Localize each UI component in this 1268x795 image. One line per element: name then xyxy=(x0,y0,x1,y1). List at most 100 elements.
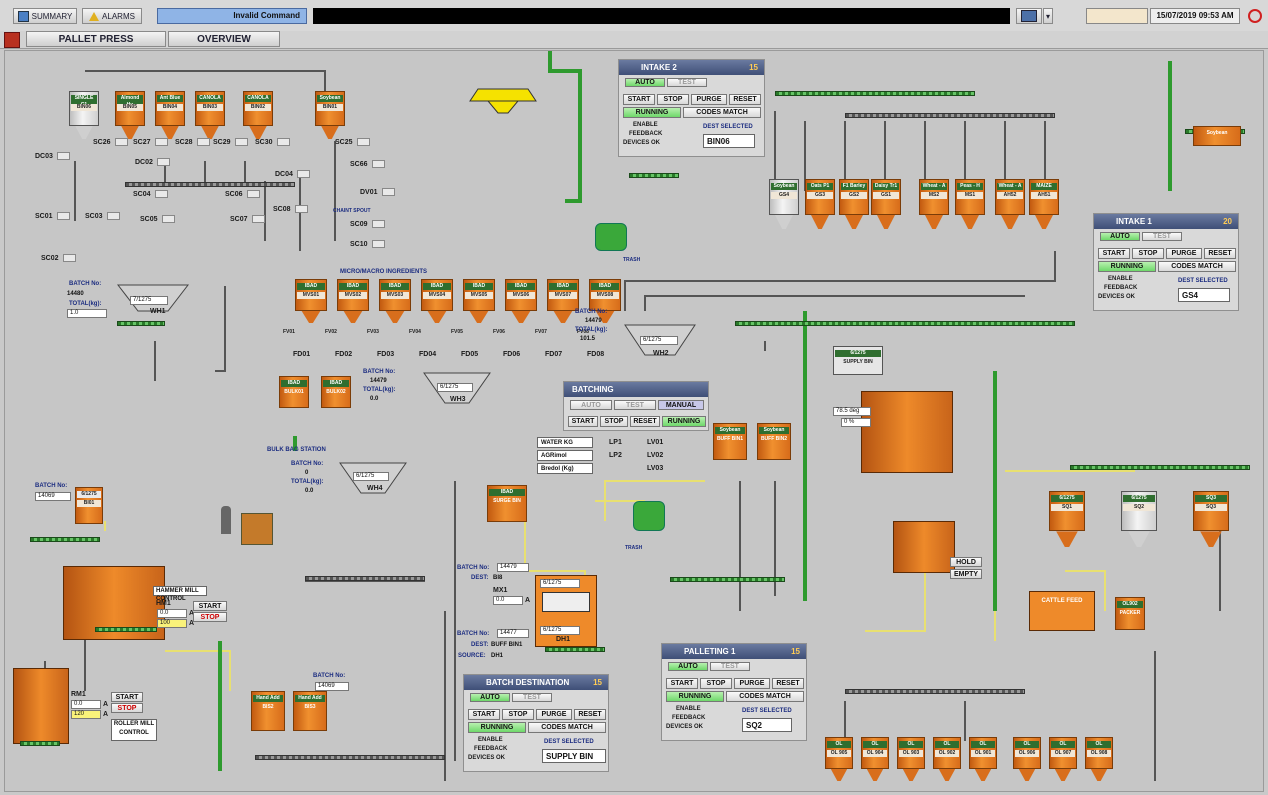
batchdest-purge[interactable]: PURGE xyxy=(536,709,572,720)
exit-icon[interactable] xyxy=(4,32,20,48)
status-indicator[interactable] xyxy=(63,254,76,262)
feeder-fd01[interactable]: FD01 xyxy=(293,351,310,358)
intake1-reset[interactable]: RESET xyxy=(1204,248,1236,259)
label-sc27[interactable]: SC27 xyxy=(133,139,151,146)
surge-bin[interactable]: IBAD SURGE BIN xyxy=(487,485,527,537)
bin-bi01[interactable]: 6/1275 BI01 xyxy=(75,487,103,539)
bin-sb01[interactable]: Soybean xyxy=(1193,126,1241,146)
conveyor-sc49[interactable] xyxy=(735,321,1075,326)
palleting-start[interactable]: START xyxy=(666,678,698,689)
bin-bis2[interactable]: Hand Add BIS2 xyxy=(251,691,285,746)
feeder-fd04[interactable]: FD04 xyxy=(419,351,436,358)
feeder-fd03[interactable]: FD03 xyxy=(377,351,394,358)
hm1-setpoint[interactable]: 100 xyxy=(157,619,187,628)
status-indicator[interactable] xyxy=(297,170,310,178)
batching-stop[interactable]: STOP xyxy=(600,416,628,427)
batching-manual[interactable]: MANUAL xyxy=(658,400,704,410)
intake1-stop[interactable]: STOP xyxy=(1132,248,1164,259)
label-sc02[interactable]: SC02 xyxy=(41,255,59,262)
label-sc28[interactable]: SC28 xyxy=(175,139,193,146)
user-selector[interactable] xyxy=(1016,8,1042,24)
batching-reset[interactable]: RESET xyxy=(630,416,660,427)
alarms-button[interactable]: ALARMS xyxy=(82,8,142,24)
bin-bin05[interactable]: Almond HuBIN05 xyxy=(115,91,145,139)
bin-ol907[interactable]: OL OL 907 xyxy=(1049,737,1077,781)
status-indicator[interactable] xyxy=(357,138,370,146)
batchdest-test[interactable]: TEST xyxy=(512,693,552,702)
intake2-start[interactable]: START xyxy=(623,94,655,105)
cooler[interactable] xyxy=(893,521,955,573)
bin-sq1[interactable]: 6/1275 SQ1 xyxy=(1049,491,1085,547)
label-sc03[interactable]: SC03 xyxy=(85,213,103,220)
bin-bin03[interactable]: CANOLA BIN03 xyxy=(195,91,225,139)
label-sc06[interactable]: SC06 xyxy=(225,191,243,198)
label-sc29[interactable]: SC29 xyxy=(213,139,231,146)
feeder-fd07[interactable]: FD07 xyxy=(545,351,562,358)
grain-bin-ah51[interactable]: MAIZE AH51 xyxy=(1029,179,1059,229)
bin-bulk02[interactable]: IBAD BULK02 xyxy=(321,376,351,421)
valve-fv07[interactable]: FV07 xyxy=(535,329,547,335)
pellet-press[interactable] xyxy=(861,391,953,473)
label-sc25[interactable]: SC25 xyxy=(335,139,353,146)
batching-test[interactable]: TEST xyxy=(614,400,656,410)
conveyor-sc33[interactable] xyxy=(30,537,100,542)
bin-ol902[interactable]: OL OL 902 xyxy=(933,737,961,781)
label-sc05[interactable]: SC05 xyxy=(140,216,158,223)
micro-bin-mvs01[interactable]: IBAD MVS01 xyxy=(295,279,327,323)
bin-buff2[interactable]: Soybean BUFF BIN2 xyxy=(757,423,791,475)
status-indicator[interactable] xyxy=(372,160,385,168)
batchdest-start[interactable]: START xyxy=(468,709,500,720)
palleting-reset[interactable]: RESET xyxy=(772,678,804,689)
bin-bin06[interactable]: SINGLE C1BIN06 xyxy=(69,91,99,139)
feeder-fd02[interactable]: FD02 xyxy=(335,351,352,358)
conveyor-sc48[interactable] xyxy=(670,577,785,582)
micro-bin-mvs02[interactable]: IBAD MVS02 xyxy=(337,279,369,323)
micro-bin-mvs06[interactable]: IBAD MVS06 xyxy=(505,279,537,323)
rm1-start-button[interactable]: START xyxy=(111,692,143,702)
label-sc26[interactable]: SC26 xyxy=(93,139,111,146)
intake1-auto[interactable]: AUTO xyxy=(1100,232,1140,241)
grain-bin-gs4[interactable]: Soybean GS4 xyxy=(769,179,799,229)
valve-fv05[interactable]: FV05 xyxy=(451,329,463,335)
intake1-start[interactable]: START xyxy=(1098,248,1130,259)
valve-fv02[interactable]: FV02 xyxy=(325,329,337,335)
batching-start[interactable]: START xyxy=(568,416,598,427)
status-indicator[interactable] xyxy=(382,188,395,196)
valve-fv03[interactable]: FV03 xyxy=(367,329,379,335)
intake2-reset[interactable]: RESET xyxy=(729,94,761,105)
status-indicator[interactable] xyxy=(247,190,260,198)
palleting-stop[interactable]: STOP xyxy=(700,678,732,689)
status-indicator[interactable] xyxy=(115,138,128,146)
conveyor-sc14b[interactable] xyxy=(1070,465,1250,470)
valve-fv06[interactable]: FV06 xyxy=(493,329,505,335)
label-sc01[interactable]: SC01 xyxy=(35,213,53,220)
valve-lv03[interactable]: LV03 xyxy=(647,465,663,472)
conveyor-sc06[interactable] xyxy=(845,113,1055,118)
intake2-stop[interactable]: STOP xyxy=(657,94,689,105)
status-indicator[interactable] xyxy=(277,138,290,146)
intake1-test[interactable]: TEST xyxy=(1142,232,1182,241)
status-indicator[interactable] xyxy=(372,240,385,248)
power-icon[interactable] xyxy=(1248,9,1262,23)
grain-bin-gs3[interactable]: Oats P1 GS3 xyxy=(805,179,835,229)
status-indicator[interactable] xyxy=(295,205,308,213)
feeder-fd05[interactable]: FD05 xyxy=(461,351,478,358)
label-sc08[interactable]: SC08 xyxy=(273,206,291,213)
cattle-feed[interactable]: CATTLE FEED xyxy=(1029,591,1095,631)
palleting-purge[interactable]: PURGE xyxy=(734,678,770,689)
bin-buff1[interactable]: Soybean BUFF BIN1 xyxy=(713,423,747,475)
palleting-test[interactable]: TEST xyxy=(710,662,750,671)
bin-ol906[interactable]: OL OL 906 xyxy=(1013,737,1041,781)
rm1-stop-button[interactable]: STOP xyxy=(111,703,143,713)
label-dc02[interactable]: DC02 xyxy=(135,159,153,166)
status-indicator[interactable] xyxy=(57,152,70,160)
tab-pallet-press[interactable]: PALLET PRESS xyxy=(26,31,166,47)
label-dc03[interactable]: DC03 xyxy=(35,153,53,160)
feeder-fd06[interactable]: FD06 xyxy=(503,351,520,358)
bin-ol901[interactable]: OL OL 901 xyxy=(969,737,997,781)
conveyor-sc65[interactable] xyxy=(845,689,1025,694)
micro-bin-mvs08[interactable]: IBAD MVS08 xyxy=(589,279,621,323)
conveyor-sc30[interactable] xyxy=(117,321,165,326)
status-indicator[interactable] xyxy=(235,138,248,146)
hm1-stop-button[interactable]: STOP xyxy=(193,612,227,622)
